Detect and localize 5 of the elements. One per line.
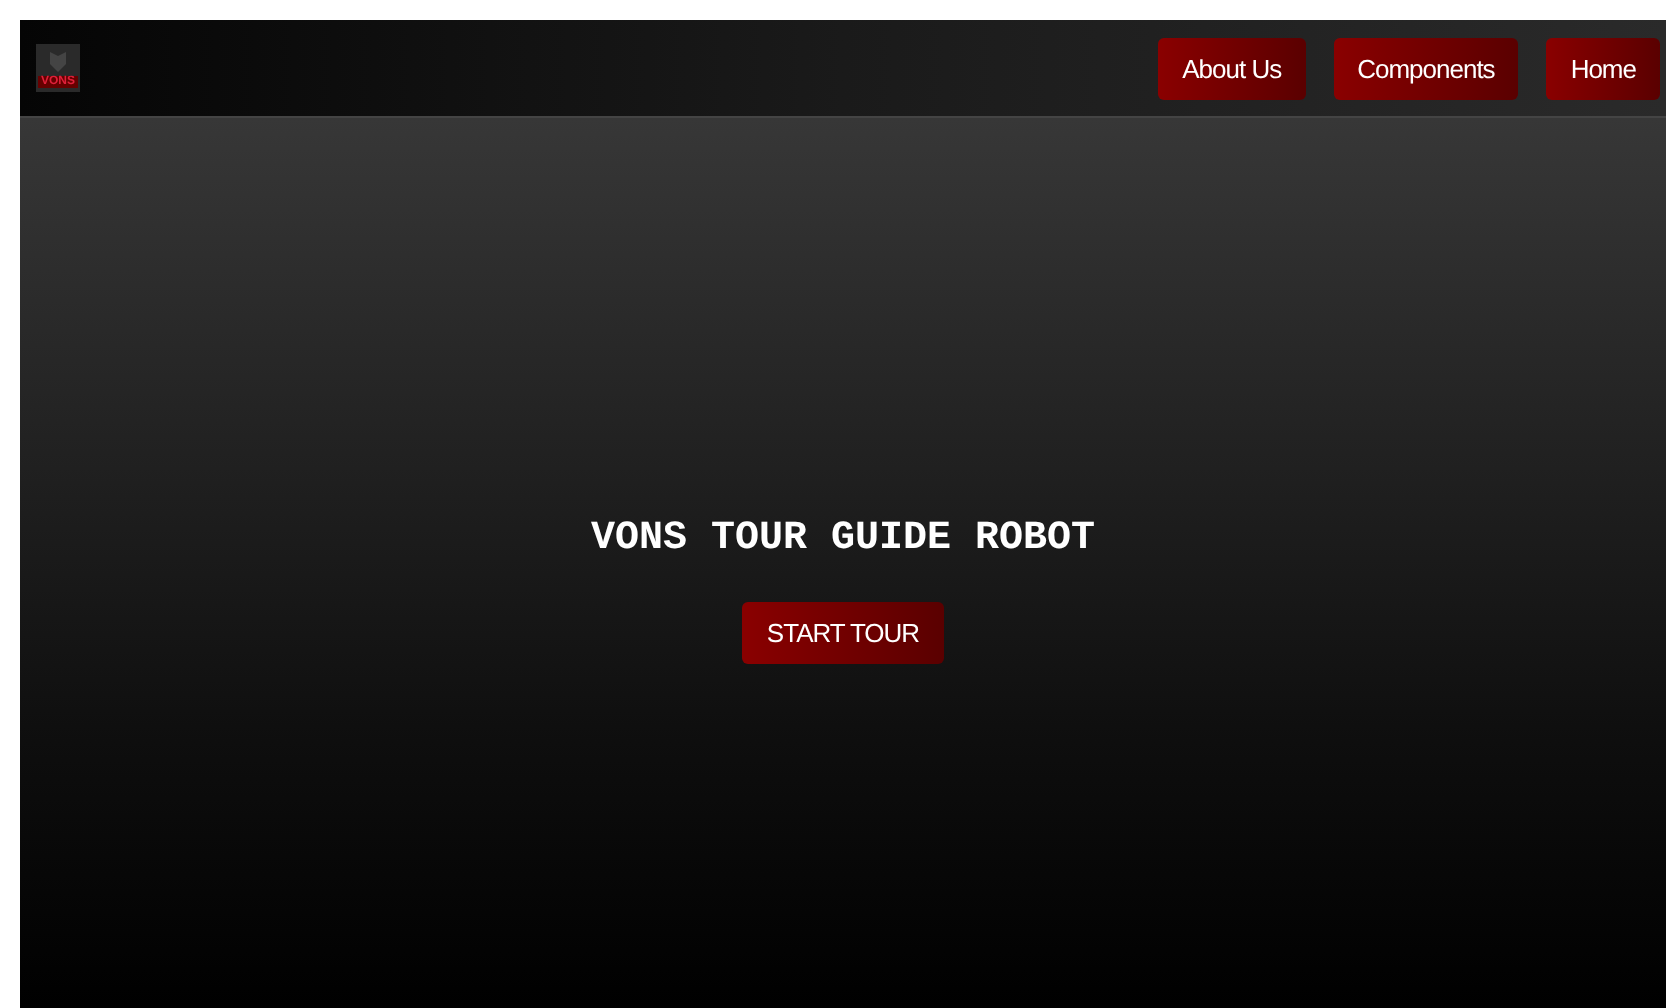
- nav-button[interactable]: Home: [1546, 37, 1660, 99]
- nav-button[interactable]: Components: [1333, 37, 1519, 99]
- hero-title: VONS TOUR GUIDE ROBOT: [590, 516, 1096, 562]
- nav-button[interactable]: About Us: [1158, 37, 1306, 99]
- start-tour-button[interactable]: START TOUR: [742, 602, 944, 664]
